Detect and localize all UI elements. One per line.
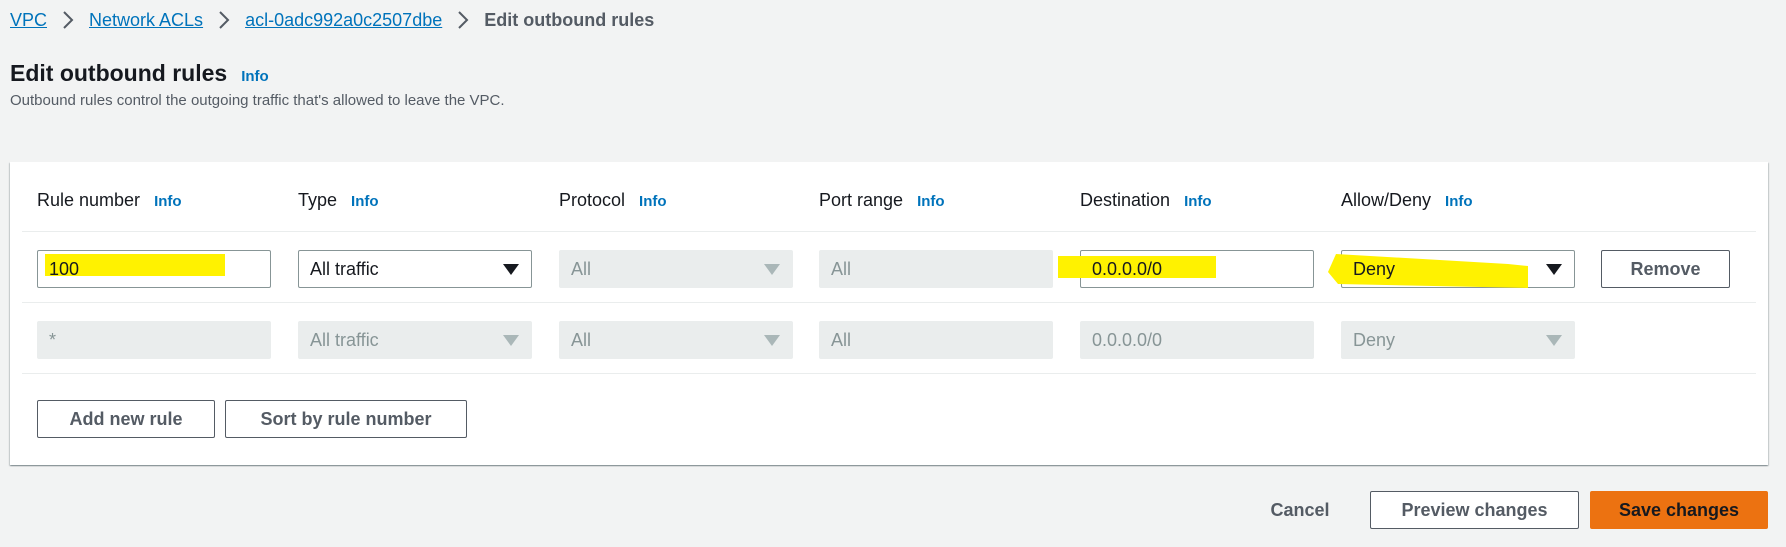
header-info-link[interactable]: Info <box>241 68 269 85</box>
chevron-right-icon <box>47 11 89 29</box>
breadcrumb: VPC Network ACLs acl-0adc992a0c2507dbe E… <box>10 8 654 32</box>
default-type-select: All traffic <box>298 321 532 359</box>
allow-deny-value: Deny <box>1353 258 1396 279</box>
divider <box>22 231 1756 232</box>
caret-down-icon <box>1546 264 1562 275</box>
allow-deny-value: Deny <box>1353 329 1396 350</box>
rule-number-input[interactable]: 100 <box>37 250 271 288</box>
destination-value: 0.0.0.0/0 <box>1092 258 1163 279</box>
type-select[interactable]: All traffic <box>298 250 532 288</box>
protocol-value: All <box>571 329 592 350</box>
breadcrumb-vpc[interactable]: VPC <box>10 8 47 32</box>
caret-down-icon <box>503 264 519 275</box>
default-destination-input: 0.0.0.0/0 <box>1080 321 1314 359</box>
protocol-select: All <box>559 250 793 288</box>
port-range-value: All <box>831 329 852 350</box>
type-value: All traffic <box>310 329 379 350</box>
rule-number-value: * <box>49 329 57 350</box>
chevron-right-icon <box>442 11 484 29</box>
col-label: Allow/Deny <box>1341 190 1432 210</box>
type-info-link[interactable]: Info <box>351 193 379 210</box>
allow-deny-info-link[interactable]: Info <box>1445 193 1473 210</box>
page-title: Edit outbound rules <box>10 60 228 86</box>
rules-card: Rule number Info Type Info Protocol Info… <box>10 162 1768 465</box>
default-rule-number-input: * <box>37 321 271 359</box>
protocol-info-link[interactable]: Info <box>639 193 667 210</box>
col-label: Destination <box>1080 190 1171 210</box>
col-label: Protocol <box>559 190 626 210</box>
cancel-button[interactable]: Cancel <box>1250 491 1350 529</box>
breadcrumb-current: Edit outbound rules <box>484 10 655 30</box>
col-label: Type <box>298 190 338 210</box>
save-changes-button[interactable]: Save changes <box>1590 491 1768 529</box>
default-protocol-select: All <box>559 321 793 359</box>
destination-info-link[interactable]: Info <box>1184 193 1212 210</box>
col-label: Rule number <box>37 190 141 210</box>
page-header: Edit outbound rules Info <box>10 60 269 87</box>
caret-down-icon <box>764 335 780 346</box>
col-header-rule-number: Rule number Info <box>37 190 182 211</box>
port-range-value: All <box>831 258 852 279</box>
breadcrumb-network-acls[interactable]: Network ACLs <box>89 8 203 32</box>
rule-number-value: 100 <box>49 258 80 279</box>
col-header-destination: Destination Info <box>1080 190 1212 211</box>
default-port-range-input: All <box>819 321 1053 359</box>
divider <box>22 373 1756 374</box>
caret-down-icon <box>764 264 780 275</box>
page-description: Outbound rules control the outgoing traf… <box>10 92 505 109</box>
add-new-rule-button[interactable]: Add new rule <box>37 400 215 438</box>
breadcrumb-acl-id[interactable]: acl-0adc992a0c2507dbe <box>245 8 442 32</box>
caret-down-icon <box>503 335 519 346</box>
type-value: All traffic <box>310 258 379 279</box>
col-label: Port range <box>819 190 904 210</box>
caret-down-icon <box>1546 335 1562 346</box>
destination-value: 0.0.0.0/0 <box>1092 329 1163 350</box>
col-header-port-range: Port range Info <box>819 190 945 211</box>
col-header-type: Type Info <box>298 190 379 211</box>
rule-number-info-link[interactable]: Info <box>154 193 182 210</box>
port-range-input: All <box>819 250 1053 288</box>
chevron-right-icon <box>203 11 245 29</box>
divider <box>22 302 1756 303</box>
default-allow-deny-select: Deny <box>1341 321 1575 359</box>
sort-by-rule-number-button[interactable]: Sort by rule number <box>225 400 467 438</box>
preview-changes-button[interactable]: Preview changes <box>1370 491 1579 529</box>
remove-rule-button[interactable]: Remove <box>1601 250 1730 288</box>
col-header-allow-deny: Allow/Deny Info <box>1341 190 1473 211</box>
col-header-protocol: Protocol Info <box>559 190 667 211</box>
protocol-value: All <box>571 258 592 279</box>
port-range-info-link[interactable]: Info <box>917 193 945 210</box>
